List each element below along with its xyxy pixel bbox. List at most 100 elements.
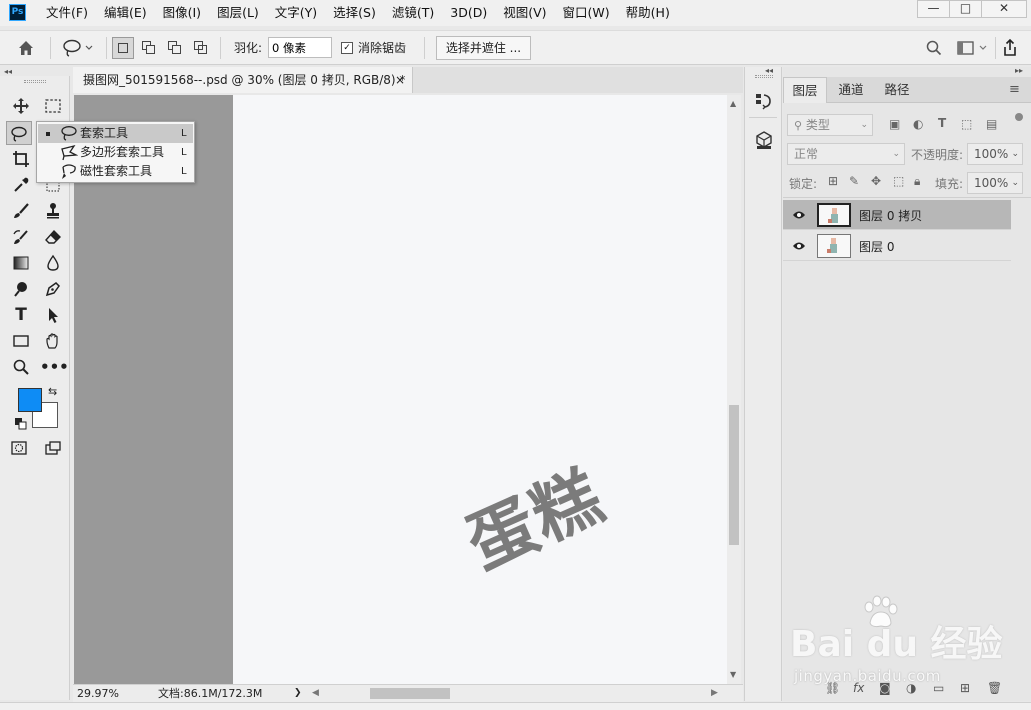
- hand-tool[interactable]: [40, 329, 66, 353]
- share-button[interactable]: [1000, 36, 1022, 60]
- document-tab[interactable]: 摄图网_501591568--.psd @ 30% (图层 0 拷贝, RGB/…: [73, 67, 413, 93]
- fill-input[interactable]: 100% ⌄: [967, 172, 1023, 194]
- tool-preset-picker[interactable]: [60, 36, 98, 60]
- panel-menu-icon[interactable]: ≡: [1009, 82, 1020, 97]
- collapse-right-icon[interactable]: ▸▸: [1015, 66, 1023, 75]
- lasso-tool[interactable]: [6, 121, 32, 145]
- menu-edit[interactable]: 编辑(E): [104, 0, 163, 26]
- tab-channels[interactable]: 通道: [829, 77, 873, 103]
- brush-tool[interactable]: [8, 199, 34, 223]
- layer-row[interactable]: 图层 0: [783, 231, 1011, 261]
- antialias-checkbox[interactable]: ✓: [341, 42, 353, 54]
- select-and-mask-button[interactable]: 选择并遮住 ...: [436, 36, 531, 60]
- menu-window[interactable]: 窗口(W): [563, 0, 626, 26]
- scroll-left-icon[interactable]: ◀: [312, 685, 319, 702]
- minimize-button[interactable]: —: [917, 0, 950, 18]
- clone-stamp-tool[interactable]: [40, 199, 66, 223]
- maximize-button[interactable]: □: [949, 0, 982, 18]
- document-canvas[interactable]: 蛋糕: [233, 95, 727, 684]
- vertical-scroll-thumb[interactable]: [729, 405, 739, 545]
- foreground-color-swatch[interactable]: [18, 388, 42, 412]
- toolbar-grip[interactable]: [24, 80, 46, 83]
- flyout-magnetic-lasso-tool[interactable]: 磁性套索工具 L: [38, 162, 193, 181]
- blur-tool[interactable]: [40, 251, 66, 275]
- visibility-eye-icon[interactable]: [792, 240, 806, 252]
- menu-help[interactable]: 帮助(H): [626, 0, 686, 26]
- menu-select[interactable]: 选择(S): [333, 0, 392, 26]
- visibility-eye-icon[interactable]: [792, 209, 806, 221]
- filter-shape-icon[interactable]: ⬚: [961, 117, 972, 131]
- scroll-down-icon[interactable]: ▼: [730, 670, 736, 679]
- dodge-tool[interactable]: [8, 277, 34, 301]
- menu-file[interactable]: 文件(F): [46, 0, 104, 26]
- filter-adjustment-icon[interactable]: ◐: [913, 117, 923, 131]
- close-document-icon[interactable]: ×: [395, 67, 405, 93]
- menu-view[interactable]: 视图(V): [503, 0, 562, 26]
- layer-name[interactable]: 图层 0: [859, 238, 894, 255]
- home-button[interactable]: [16, 36, 40, 60]
- horizontal-scroll-thumb[interactable]: [370, 688, 450, 699]
- swap-colors-icon[interactable]: ⇆: [48, 385, 57, 398]
- intersect-selection-button[interactable]: [190, 37, 212, 59]
- history-panel-button[interactable]: [754, 91, 774, 114]
- zoom-tool[interactable]: [8, 355, 34, 379]
- filter-toggle[interactable]: [1015, 113, 1023, 121]
- scroll-up-icon[interactable]: ▲: [730, 99, 736, 108]
- marquee-tool[interactable]: [40, 94, 66, 118]
- flyout-polygonal-lasso-tool[interactable]: 多边形套索工具 L: [38, 143, 193, 162]
- filter-pixel-icon[interactable]: ▣: [889, 117, 900, 131]
- more-tools-button[interactable]: •••: [40, 355, 69, 379]
- zoom-level[interactable]: 29.97%: [77, 685, 119, 702]
- canvas-area[interactable]: 蛋糕: [74, 95, 727, 684]
- layer-name[interactable]: 图层 0 拷贝: [859, 207, 922, 224]
- flyout-lasso-tool[interactable]: 套索工具 L: [38, 124, 193, 143]
- subtract-from-selection-button[interactable]: [164, 37, 186, 59]
- feather-input[interactable]: [268, 37, 332, 58]
- 3d-panel-button[interactable]: [754, 130, 774, 153]
- status-menu-icon[interactable]: ❯: [294, 685, 302, 702]
- add-to-selection-button[interactable]: [138, 37, 160, 59]
- lock-transparent-icon[interactable]: ⊞: [828, 174, 838, 188]
- gradient-tool[interactable]: [8, 251, 34, 275]
- opacity-input[interactable]: 100% ⌄: [967, 143, 1023, 165]
- lock-artboard-icon[interactable]: ⬚: [893, 174, 904, 188]
- tab-paths[interactable]: 路径: [875, 77, 919, 103]
- type-tool[interactable]: T: [8, 303, 34, 327]
- eraser-tool[interactable]: [40, 225, 66, 249]
- filter-type-icon[interactable]: T: [938, 116, 946, 130]
- menu-items: 文件(F) 编辑(E) 图像(I) 图层(L) 文字(Y) 选择(S) 滤镜(T…: [46, 0, 686, 26]
- pen-tool[interactable]: [40, 277, 66, 301]
- vertical-scrollbar[interactable]: ▲ ▼: [727, 95, 741, 684]
- menu-image[interactable]: 图像(I): [163, 0, 217, 26]
- lock-image-icon[interactable]: ✎: [849, 174, 859, 188]
- lock-all-icon[interactable]: 🔒︎: [914, 174, 920, 189]
- collapse-left-icon[interactable]: ◂◂: [765, 66, 773, 75]
- crop-tool[interactable]: [8, 147, 34, 171]
- filter-smart-object-icon[interactable]: ▤: [986, 117, 997, 131]
- toolbar-collapse-icon[interactable]: ◂◂: [4, 67, 12, 76]
- menu-layer[interactable]: 图层(L): [217, 0, 275, 26]
- rectangle-tool[interactable]: [8, 329, 34, 353]
- menu-3d[interactable]: 3D(D): [450, 0, 503, 26]
- type-icon: T: [15, 305, 27, 325]
- menu-filter[interactable]: 滤镜(T): [392, 0, 450, 26]
- screen-mode-button[interactable]: [40, 436, 66, 460]
- move-tool[interactable]: [8, 94, 34, 118]
- scroll-right-icon[interactable]: ▶: [711, 685, 718, 702]
- lock-position-icon[interactable]: ✥: [871, 174, 881, 188]
- new-selection-button[interactable]: [112, 37, 134, 59]
- path-selection-tool[interactable]: [40, 303, 66, 327]
- tab-layers[interactable]: 图层: [783, 77, 827, 103]
- blend-mode-select[interactable]: 正常 ⌄: [787, 143, 905, 165]
- quick-mask-button[interactable]: [6, 436, 32, 460]
- workspace-switcher[interactable]: [956, 36, 990, 60]
- eyedropper-tool[interactable]: [8, 173, 34, 197]
- layer-row[interactable]: 图层 0 拷贝: [783, 200, 1011, 230]
- default-colors-icon[interactable]: [15, 418, 27, 433]
- menu-type[interactable]: 文字(Y): [275, 0, 333, 26]
- close-window-button[interactable]: ✕: [981, 0, 1027, 18]
- history-brush-tool[interactable]: [8, 225, 34, 249]
- search-button[interactable]: [925, 36, 945, 60]
- strip-grip[interactable]: [755, 75, 773, 78]
- layer-filter-select[interactable]: ⚲ 类型 ⌄: [787, 114, 873, 136]
